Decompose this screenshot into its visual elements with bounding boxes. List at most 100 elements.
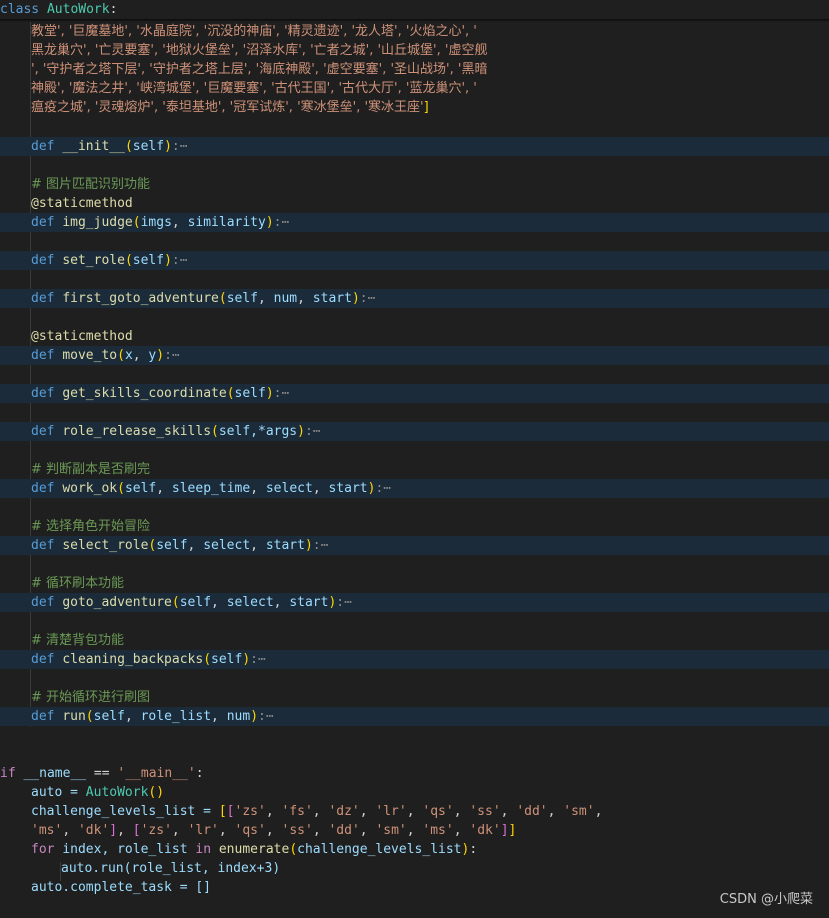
comment-clean[interactable]: # 清楚背包功能 bbox=[0, 631, 829, 650]
def-keyword: def bbox=[31, 139, 55, 154]
code-line-if-main[interactable]: if __name__ == '__main__': bbox=[0, 764, 829, 783]
code-line-first-goto[interactable]: def first_goto_adventure(self, num, star… bbox=[0, 289, 829, 308]
string-text: ', '守护者之塔下层', '守护者之塔上层', '海底神殿', '虚空要塞',… bbox=[31, 62, 488, 77]
list-item: 'sm' bbox=[375, 823, 407, 838]
code-line-set-role[interactable]: def set_role(self):⋯ bbox=[0, 251, 829, 270]
param: num bbox=[273, 291, 298, 306]
folded-ellipsis[interactable]: :⋯ bbox=[360, 291, 376, 306]
code-line-img-judge[interactable]: def img_judge(imgs, similarity):⋯ bbox=[0, 213, 829, 232]
code-line-get-skills[interactable]: def get_skills_coordinate(self):⋯ bbox=[0, 384, 829, 403]
folded-ellipsis[interactable]: :⋯ bbox=[172, 253, 188, 268]
comment-text: # 开始循环进行刷图 bbox=[31, 690, 151, 705]
if-keyword: if bbox=[0, 766, 16, 781]
def-keyword: def bbox=[31, 652, 55, 667]
folded-ellipsis[interactable]: :⋯ bbox=[164, 348, 180, 363]
def-keyword: def bbox=[31, 386, 55, 401]
comment-work-check[interactable]: # 判断副本是否刷完 bbox=[0, 460, 829, 479]
code-line-string-3[interactable]: ', '守护者之塔下层', '守护者之塔上层', '海底神殿', '虚空要塞',… bbox=[0, 60, 829, 79]
code-line-run[interactable]: def run(self, role_list, num):⋯ bbox=[0, 707, 829, 726]
class-keyword: class bbox=[0, 2, 40, 17]
enumerate-call: enumerate bbox=[218, 842, 290, 857]
sticky-class-header[interactable]: class AutoWork: bbox=[0, 0, 829, 19]
comment-img-match[interactable]: # 图片匹配识别功能 bbox=[0, 175, 829, 194]
code-line-cleaning[interactable]: def cleaning_backpacks(self):⋯ bbox=[0, 650, 829, 669]
list-item: 'dd' bbox=[516, 804, 548, 819]
code-line-string-1[interactable]: 教堂', '巨魔墓地', '水晶庭院', '沉没的神庙', '精灵遗迹', '龙… bbox=[0, 22, 829, 41]
code-line-role-release[interactable]: def role_release_skills(self,*args):⋯ bbox=[0, 422, 829, 441]
folded-ellipsis[interactable]: :⋯ bbox=[336, 595, 352, 610]
def-keyword: def bbox=[31, 291, 55, 306]
string-text: 黑龙巢穴', '亡灵要塞', '地狱火堡垒', '沼泽水库', '亡者之城', … bbox=[31, 43, 488, 58]
param: start bbox=[265, 538, 305, 553]
code-line-challenge-list-2[interactable]: 'ms', 'dk'], ['zs', 'lr', 'qs', 'ss', 'd… bbox=[0, 821, 829, 840]
folded-ellipsis[interactable]: :⋯ bbox=[172, 139, 188, 154]
complete-task-text: auto.complete_task = [] bbox=[31, 880, 212, 895]
folded-ellipsis[interactable]: :⋯ bbox=[313, 538, 329, 553]
folded-ellipsis[interactable]: :⋯ bbox=[250, 652, 266, 667]
comment-text: # 清楚背包功能 bbox=[31, 633, 125, 648]
string-text: 瘟疫之城', '灵魂熔炉', '泰坦基地', '冠军试炼', '寒冰堡垒', '… bbox=[31, 100, 424, 115]
code-line-work-ok[interactable]: def work_ok(self, sleep_time, select, st… bbox=[0, 479, 829, 498]
list-item: 'ms' bbox=[422, 823, 454, 838]
code-line-string-5[interactable]: 瘟疫之城', '灵魂熔炉', '泰坦基地', '冠军试炼', '寒冰堡垒', '… bbox=[0, 98, 829, 117]
folded-ellipsis[interactable]: :⋯ bbox=[258, 709, 274, 724]
code-line-run-call[interactable]: auto.run(role_list, index+3) bbox=[0, 859, 829, 878]
code-line-goto-adventure[interactable]: def goto_adventure(self, select, start):… bbox=[0, 593, 829, 612]
param: self bbox=[93, 709, 125, 724]
list-item: 'ss' bbox=[281, 823, 313, 838]
comment-loop[interactable]: # 循环刷本功能 bbox=[0, 574, 829, 593]
folded-ellipsis[interactable]: :⋯ bbox=[305, 424, 321, 439]
list-item: 'qs' bbox=[234, 823, 266, 838]
param: start bbox=[312, 291, 352, 306]
function-name: move_to bbox=[62, 348, 118, 363]
param: self bbox=[179, 595, 212, 610]
code-line-auto-assign[interactable]: auto = AutoWork() bbox=[0, 783, 829, 802]
comment-select-role[interactable]: # 选择角色开始冒险 bbox=[0, 517, 829, 536]
def-keyword: def bbox=[31, 215, 55, 230]
param: self bbox=[132, 139, 165, 154]
if-colon: : bbox=[195, 766, 204, 781]
param: select bbox=[203, 538, 251, 553]
name-variable: __name__ bbox=[23, 766, 87, 781]
main-string: '__main__' bbox=[117, 766, 196, 781]
function-name: __init__ bbox=[62, 139, 125, 154]
code-line-init[interactable]: def __init__(self):⋯ bbox=[0, 137, 829, 156]
param: start bbox=[328, 481, 368, 496]
param: self bbox=[211, 652, 243, 667]
function-name: run bbox=[62, 709, 86, 724]
decorator-staticmethod[interactable]: @staticmethod bbox=[0, 194, 829, 213]
function-name: work_ok bbox=[62, 481, 118, 496]
folded-ellipsis[interactable]: :⋯ bbox=[274, 386, 290, 401]
function-name: role_release_skills bbox=[62, 424, 212, 439]
param: x bbox=[124, 348, 133, 363]
code-line-move-to[interactable]: def move_to(x, y):⋯ bbox=[0, 346, 829, 365]
code-line-challenge-list-1[interactable]: challenge_levels_list = [['zs', 'fs', 'd… bbox=[0, 802, 829, 821]
autowork-call: AutoWork bbox=[85, 785, 149, 800]
code-line-string-4[interactable]: 神殿', '魔法之井', '峡湾城堡', '巨魔要塞', '古代王国', '古代… bbox=[0, 79, 829, 98]
list-item: 'fs' bbox=[281, 804, 313, 819]
comment-run[interactable]: # 开始循环进行刷图 bbox=[0, 688, 829, 707]
code-line-string-2[interactable]: 黑龙巢穴', '亡灵要塞', '地狱火堡垒', '沼泽水库', '亡者之城', … bbox=[0, 41, 829, 60]
decorator-text: @staticmethod bbox=[31, 329, 133, 344]
comment-text: # 判断副本是否刷完 bbox=[31, 462, 151, 477]
param: num bbox=[226, 709, 251, 724]
for-vars: index, role_list bbox=[62, 842, 188, 857]
list-item: 'zs' bbox=[140, 823, 172, 838]
folded-ellipsis[interactable]: :⋯ bbox=[274, 215, 290, 230]
indent-guide bbox=[30, 22, 31, 727]
enumerate-arg: challenge_levels_list bbox=[297, 842, 462, 857]
code-line-complete-task[interactable]: auto.complete_task = [] bbox=[0, 878, 829, 897]
folded-ellipsis[interactable]: :⋯ bbox=[375, 481, 391, 496]
decorator-staticmethod-2[interactable]: @staticmethod bbox=[0, 327, 829, 346]
challenge-assign: challenge_levels_list = bbox=[31, 804, 219, 819]
class-name: AutoWork bbox=[46, 2, 110, 17]
def-keyword: def bbox=[31, 538, 55, 553]
code-editor[interactable]: class AutoWork: 教堂', '巨魔墓地', '水晶庭院', '沉没… bbox=[0, 0, 829, 918]
code-line-for-loop[interactable]: for index, role_list in enumerate(challe… bbox=[0, 840, 829, 859]
list-item: 'dk' bbox=[469, 823, 501, 838]
function-name: get_skills_coordinate bbox=[62, 386, 227, 401]
in-keyword: in bbox=[195, 842, 212, 857]
param: sleep_time bbox=[171, 481, 251, 496]
code-line-select-role[interactable]: def select_role(self, select, start):⋯ bbox=[0, 536, 829, 555]
function-name: goto_adventure bbox=[62, 595, 172, 610]
